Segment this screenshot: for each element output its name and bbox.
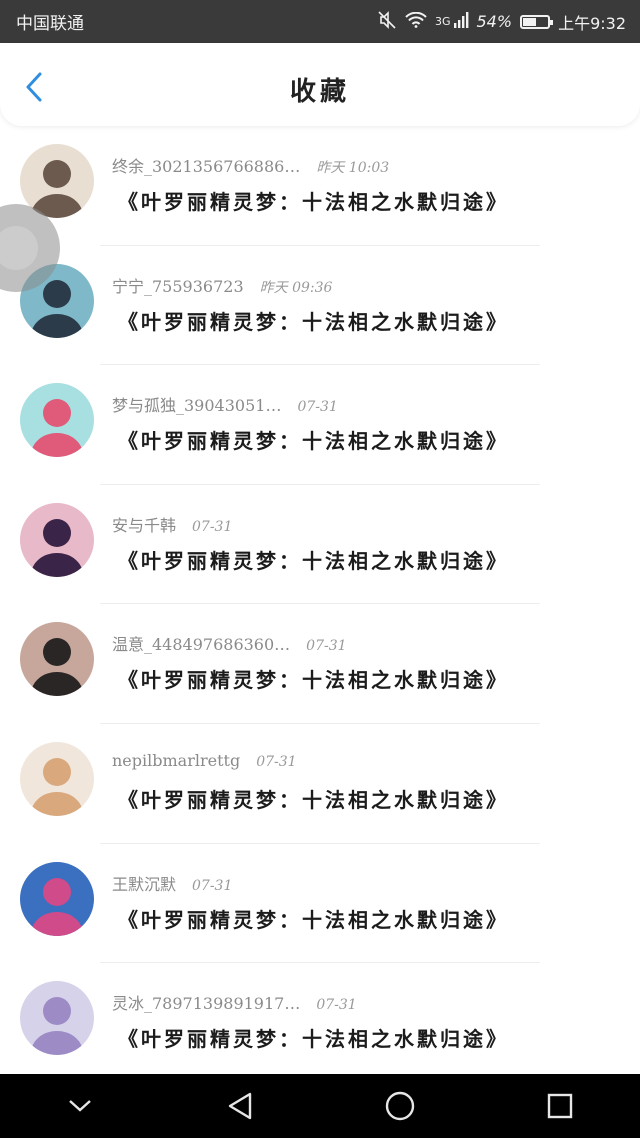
item-meta: 宁宁_755936723 昨天 09:36 — [112, 273, 332, 297]
list-item[interactable]: 安与千韩 07-31 《叶罗丽精灵梦：十法相之水默归途》 — [0, 485, 640, 605]
clock: 上午9:32 — [558, 13, 626, 33]
battery-percent: 54% — [476, 12, 513, 31]
favorite-content[interactable]: 《叶罗丽精灵梦：十法相之水默归途》 — [118, 425, 509, 454]
item-meta: 终余_3021356766886… 昨天 10:03 — [112, 153, 389, 177]
timestamp: 07-31 — [306, 638, 347, 655]
page-title: 收藏 — [289, 77, 350, 107]
favorite-content[interactable]: 《叶罗丽精灵梦：十法相之水默归途》 — [118, 1023, 509, 1052]
avatar[interactable] — [20, 383, 94, 458]
username: nepilbmarlrettg — [112, 750, 241, 770]
item-meta: 王默沉默 07-31 — [112, 871, 232, 895]
timestamp: 昨天 10:03 — [316, 160, 390, 176]
status-bar: 中国联通 3G 54% 上午9:32 — [0, 0, 640, 43]
item-meta: 温意_448497686360… 07-31 — [112, 631, 347, 655]
avatar[interactable] — [20, 502, 94, 577]
favorite-content[interactable]: 《叶罗丽精灵梦：十法相之水默归途》 — [118, 186, 509, 215]
nav-bar — [0, 1074, 640, 1138]
nav-collapse-button[interactable] — [50, 1076, 110, 1136]
chevron-down-icon — [69, 1100, 91, 1112]
battery-icon — [520, 14, 554, 29]
favorites-list: 终余_3021356766886… 昨天 10:03 《叶罗丽精灵梦：十法相之水默… — [0, 126, 640, 1083]
wifi-icon — [405, 11, 427, 32]
item-meta: 安与千韩 07-31 — [112, 512, 232, 536]
header: 收藏 — [0, 43, 640, 126]
nav-back-button[interactable] — [210, 1076, 270, 1136]
avatar[interactable] — [20, 981, 94, 1056]
list-item[interactable]: 终余_3021356766886… 昨天 10:03 《叶罗丽精灵梦：十法相之水默… — [0, 126, 640, 246]
list-item[interactable]: nepilbmarlrettg 07-31 《叶罗丽精灵梦：十法相之水默归途》 — [0, 724, 640, 844]
timestamp: 07-31 — [192, 518, 233, 535]
favorite-content[interactable]: 《叶罗丽精灵梦：十法相之水默归途》 — [118, 904, 509, 933]
network-type: 3G — [434, 15, 451, 28]
status-icons: 3G 54% 上午9:32 — [377, 10, 626, 34]
list-item[interactable]: 王默沉默 07-31 《叶罗丽精灵梦：十法相之水默归途》 — [0, 844, 640, 964]
username: 温意_448497686360… — [112, 635, 291, 655]
home-circle-icon — [385, 1091, 415, 1121]
username: 梦与孤独_39043051… — [112, 396, 282, 416]
list-item[interactable]: 梦与孤独_39043051… 07-31 《叶罗丽精灵梦：十法相之水默归途》 — [0, 365, 640, 485]
timestamp: 07-31 — [256, 753, 297, 770]
timestamp: 昨天 09:36 — [259, 279, 333, 296]
list-item[interactable]: 宁宁_755936723 昨天 09:36 《叶罗丽精灵梦：十法相之水默归途》 — [0, 246, 640, 366]
avatar[interactable] — [20, 741, 94, 816]
nav-recent-button[interactable] — [530, 1076, 590, 1136]
username: 终余_3021356766886… — [112, 157, 301, 176]
item-meta: 梦与孤独_39043051… 07-31 — [112, 392, 338, 416]
mute-icon — [377, 10, 397, 33]
signal-icon — [453, 11, 469, 32]
back-triangle-icon — [228, 1092, 252, 1120]
timestamp: 07-31 — [316, 997, 357, 1014]
username: 王默沉默 — [112, 874, 177, 894]
list-item[interactable]: 温意_448497686360… 07-31 《叶罗丽精灵梦：十法相之水默归途》 — [0, 604, 640, 724]
item-meta: nepilbmarlrettg 07-31 — [112, 751, 297, 770]
list-item[interactable]: 灵冰_7897139891917… 07-31 《叶罗丽精灵梦：十法相之水默归途》 — [0, 963, 640, 1083]
favorite-content[interactable]: 《叶罗丽精灵梦：十法相之水默归途》 — [118, 664, 509, 693]
avatar[interactable] — [20, 622, 94, 697]
username: 灵冰_7897139891917… — [112, 994, 301, 1014]
carrier-label: 中国联通 — [16, 14, 84, 34]
nav-home-button[interactable] — [370, 1076, 430, 1136]
favorite-content[interactable]: 《叶罗丽精灵梦：十法相之水默归途》 — [118, 784, 509, 813]
timestamp: 07-31 — [192, 877, 233, 894]
item-meta: 灵冰_7897139891917… 07-31 — [112, 990, 357, 1014]
username: 宁宁_755936723 — [112, 276, 244, 296]
favorite-content[interactable]: 《叶罗丽精灵梦：十法相之水默归途》 — [118, 306, 509, 335]
favorite-content[interactable]: 《叶罗丽精灵梦：十法相之水默归途》 — [118, 545, 509, 574]
timestamp: 07-31 — [297, 399, 338, 416]
avatar[interactable] — [20, 861, 94, 936]
username: 安与千韩 — [112, 515, 177, 535]
recent-square-icon — [547, 1093, 573, 1119]
